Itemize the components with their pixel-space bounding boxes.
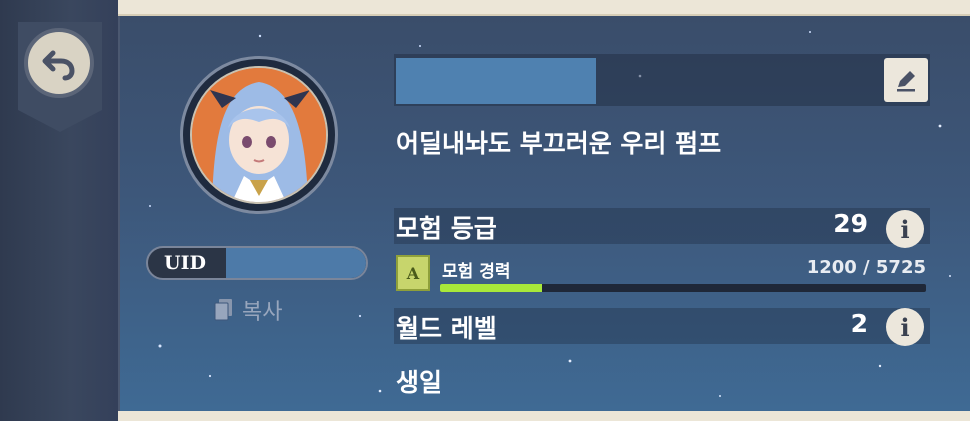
edit-pencil-icon [897,71,915,92]
bottom-frame [118,411,970,421]
edit-profile-button[interactable] [884,58,928,102]
copy-document-icon [214,299,232,321]
adventure-exp-progress-bar [440,284,926,292]
adventure-exp-icon: A [396,255,430,291]
info-icon: i [900,312,910,342]
back-button[interactable] [24,28,94,98]
top-frame [118,0,970,16]
player-name [396,58,596,104]
back-arrow-icon [42,50,75,81]
adventure-exp-progress-fill [440,284,542,292]
adventure-exp-value: 1200 / 5725 [806,257,926,278]
adventure-rank-value: 29 [833,209,868,238]
profile-card: UID 복사 어딜내놔도 부끄러운 우리 펌프 모험 등급 29 i A 모험 … [120,16,970,411]
world-level-label: 월드 레벨 [396,314,497,343]
copy-uid-button[interactable]: 복사 [214,294,282,326]
adventure-rank-label: 모험 등급 [396,214,497,243]
copy-label: 복사 [242,300,283,325]
world-level-info-button[interactable]: i [886,308,924,346]
birthday-label: 생일 [396,368,443,397]
avatar[interactable] [180,56,338,214]
uid-value [226,248,366,278]
left-rail [0,0,120,421]
avatar-portrait [190,66,328,204]
adventure-exp-label: 모험 경력 [442,262,511,282]
profile-signature: 어딜내놔도 부끄러운 우리 펌프 [396,129,722,158]
uid-label: UID [164,252,206,274]
info-icon: i [900,214,910,244]
world-level-value: 2 [850,309,868,338]
adventure-rank-info-button[interactable]: i [886,210,924,248]
uid-display: UID [146,246,368,280]
character-portrait-icon [192,68,326,202]
